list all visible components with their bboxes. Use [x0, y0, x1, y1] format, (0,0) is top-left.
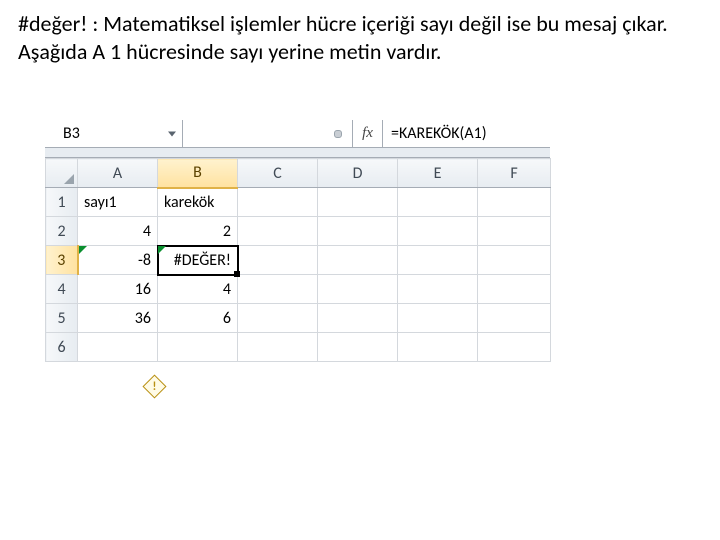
cell-B5[interactable]: 6: [158, 304, 238, 333]
row-header-6[interactable]: 6: [46, 333, 78, 362]
cell-B6[interactable]: [158, 333, 238, 362]
cell-B2[interactable]: 2: [158, 217, 238, 246]
select-all-corner[interactable]: [46, 159, 78, 188]
cell-A3-value: -8: [138, 251, 151, 270]
col-header-C[interactable]: C: [238, 159, 318, 188]
col-header-B[interactable]: B: [158, 159, 238, 188]
cell-C3[interactable]: [238, 246, 318, 275]
explanatory-caption: #değer! : Matematiksel işlemler hücre iç…: [0, 0, 720, 66]
cell-F3[interactable]: [478, 246, 551, 275]
col-header-F[interactable]: F: [478, 159, 551, 188]
insert-function-button[interactable]: fx: [353, 120, 383, 147]
cell-E1[interactable]: [398, 188, 478, 217]
cell-D3[interactable]: [318, 246, 398, 275]
formula-confirm-icon[interactable]: [334, 130, 342, 138]
cell-B3[interactable]: #DEĞER!: [158, 246, 238, 275]
cell-F6[interactable]: [478, 333, 551, 362]
cell-C6[interactable]: [238, 333, 318, 362]
error-triangle-icon: [79, 246, 87, 254]
cell-A5[interactable]: 36: [78, 304, 158, 333]
column-header-row: A B C D E F: [46, 159, 551, 188]
cell-A3[interactable]: -8: [78, 246, 158, 275]
cell-E3[interactable]: [398, 246, 478, 275]
cell-B1[interactable]: karekök: [158, 188, 238, 217]
cell-E4[interactable]: [398, 275, 478, 304]
table-row: 1 sayı1 karekök: [46, 188, 551, 217]
row-header-2[interactable]: 2: [46, 217, 78, 246]
cell-B3-value: #DEĞER!: [174, 251, 231, 270]
cell-F1[interactable]: [478, 188, 551, 217]
error-smart-tag[interactable]: !: [143, 375, 165, 397]
cell-A1[interactable]: sayı1: [78, 188, 158, 217]
row-header-3[interactable]: 3: [46, 246, 78, 275]
cell-C1[interactable]: [238, 188, 318, 217]
worksheet-grid[interactable]: A B C D E F 1 sayı1 karekök 2 4 2: [45, 158, 551, 362]
cell-B4[interactable]: 4: [158, 275, 238, 304]
row-header-5[interactable]: 5: [46, 304, 78, 333]
cell-D1[interactable]: [318, 188, 398, 217]
spreadsheet-screenshot: B3 fx =KAREKÖK(A1) A B C D E F 1: [45, 120, 550, 362]
name-box-value: B3: [63, 124, 80, 143]
table-row: 2 4 2: [46, 217, 551, 246]
cell-D6[interactable]: [318, 333, 398, 362]
cell-E5[interactable]: [398, 304, 478, 333]
toolbar-divider: [45, 148, 550, 158]
cell-C2[interactable]: [238, 217, 318, 246]
cell-E6[interactable]: [398, 333, 478, 362]
col-header-A[interactable]: A: [78, 159, 158, 188]
cell-F5[interactable]: [478, 304, 551, 333]
cell-D2[interactable]: [318, 217, 398, 246]
cell-A2[interactable]: 4: [78, 217, 158, 246]
table-row: 3 -8 #DEĞER!: [46, 246, 551, 275]
table-row: 4 16 4: [46, 275, 551, 304]
cell-F2[interactable]: [478, 217, 551, 246]
col-header-D[interactable]: D: [318, 159, 398, 188]
cell-E2[interactable]: [398, 217, 478, 246]
cell-C4[interactable]: [238, 275, 318, 304]
formula-bar-input[interactable]: =KAREKÖK(A1): [383, 120, 550, 147]
cell-C5[interactable]: [238, 304, 318, 333]
cell-A4[interactable]: 16: [78, 275, 158, 304]
error-triangle-icon: [158, 246, 166, 254]
formula-bar-controls: [183, 120, 353, 147]
col-header-E[interactable]: E: [398, 159, 478, 188]
row-header-1[interactable]: 1: [46, 188, 78, 217]
warning-diamond-icon: !: [142, 374, 166, 398]
row-header-4[interactable]: 4: [46, 275, 78, 304]
table-row: 6: [46, 333, 551, 362]
cell-D5[interactable]: [318, 304, 398, 333]
select-all-icon: [64, 174, 74, 184]
cell-F4[interactable]: [478, 275, 551, 304]
table-row: 5 36 6: [46, 304, 551, 333]
name-formula-bar: B3 fx =KAREKÖK(A1): [45, 120, 550, 148]
cell-A6[interactable]: [78, 333, 158, 362]
name-box[interactable]: B3: [45, 120, 183, 147]
cell-D4[interactable]: [318, 275, 398, 304]
name-box-dropdown-icon[interactable]: [168, 131, 176, 136]
